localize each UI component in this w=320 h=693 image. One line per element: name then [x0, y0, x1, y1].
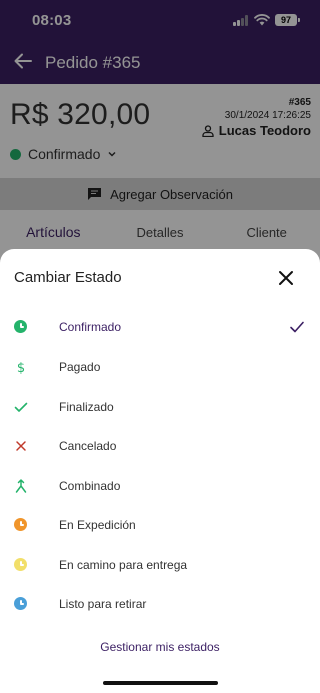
sheet-title: Cambiar Estado	[14, 269, 122, 286]
status-option-confirmado[interactable]: Confirmado	[0, 309, 320, 345]
dollar-icon: $	[17, 361, 25, 375]
status-option-combinado[interactable]: Combinado	[0, 468, 320, 504]
status-option-label: Combinado	[59, 479, 121, 493]
home-indicator	[103, 681, 218, 685]
status-option-label: En camino para entrega	[59, 558, 188, 572]
close-icon[interactable]	[276, 268, 296, 288]
status-option-pagado[interactable]: $ Pagado	[0, 349, 320, 385]
status-option-cancelado[interactable]: Cancelado	[0, 428, 320, 464]
status-option-listo-para-retirar[interactable]: Listo para retirar	[0, 586, 320, 622]
status-option-en-expedicion[interactable]: En Expedición	[0, 507, 320, 543]
status-option-label: Cancelado	[59, 439, 117, 453]
svg-text:$: $	[17, 361, 25, 375]
status-option-finalizado[interactable]: Finalizado	[0, 389, 320, 425]
clock-icon	[13, 557, 29, 573]
status-option-label: Finalizado	[59, 400, 114, 414]
status-option-label: Pagado	[59, 360, 101, 374]
status-option-label: Confirmado	[59, 320, 122, 334]
selected-check-icon	[290, 321, 304, 333]
x-icon	[16, 441, 26, 451]
status-option-label: En Expedición	[59, 518, 136, 532]
status-option-en-camino[interactable]: En camino para entrega	[0, 547, 320, 583]
check-icon	[14, 402, 28, 412]
manage-statuses-link[interactable]: Gestionar mis estados	[0, 640, 320, 654]
clock-icon	[13, 319, 29, 335]
status-option-label: Listo para retirar	[59, 597, 147, 611]
clock-icon	[13, 517, 29, 533]
clock-icon	[13, 596, 29, 612]
change-status-sheet: Cambiar Estado Confirmado $ Pagado Final…	[0, 249, 320, 693]
merge-icon	[15, 479, 27, 493]
